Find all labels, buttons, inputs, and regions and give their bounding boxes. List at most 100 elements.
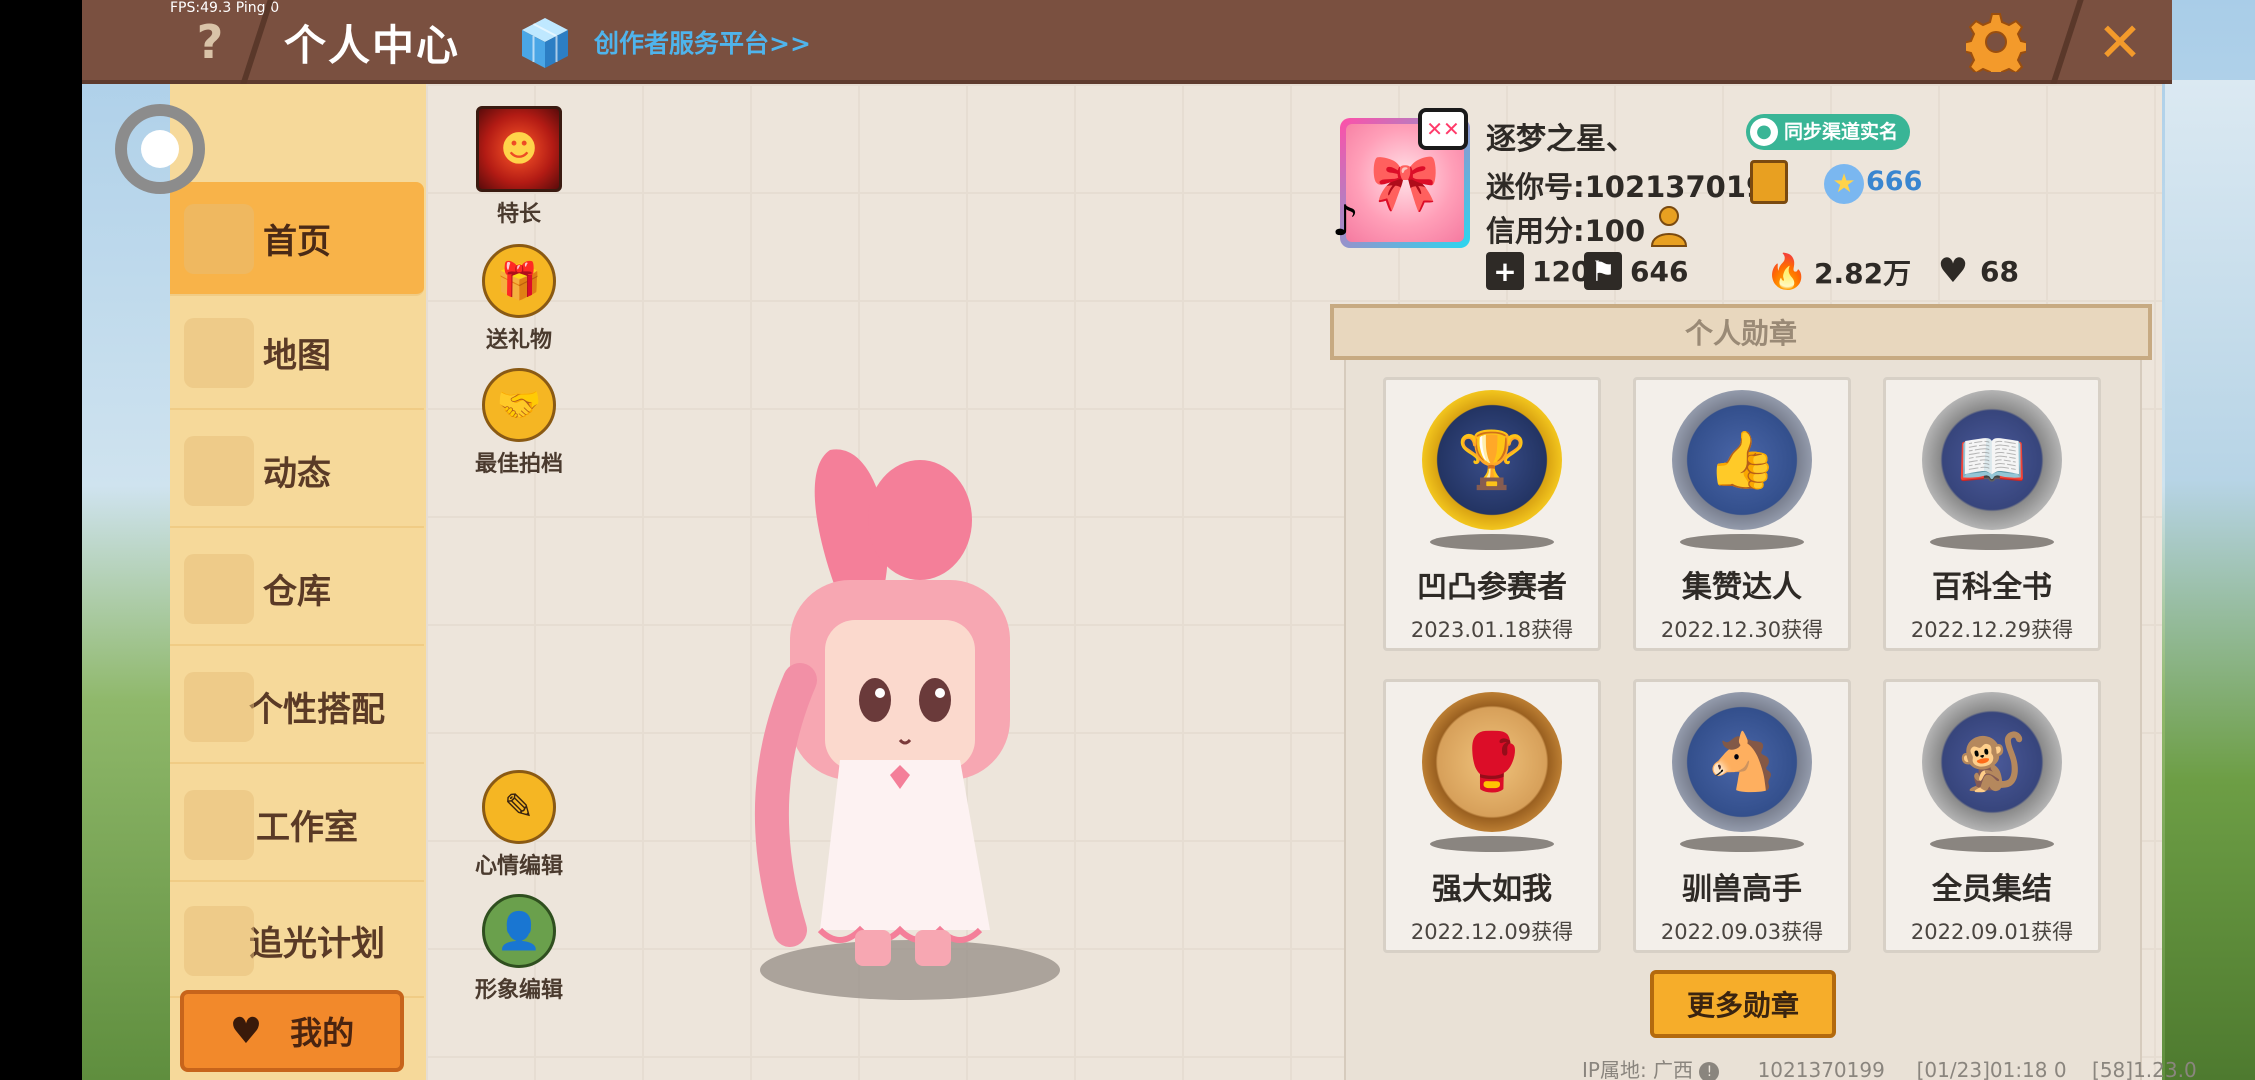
nav-item-map[interactable]: 地图 xyxy=(170,296,424,410)
nav-label: 工作室 xyxy=(256,807,358,848)
user-icon[interactable] xyxy=(1648,204,1690,248)
nav-item-home[interactable]: 首页 xyxy=(170,182,424,296)
medal-date: 2022.09.01获得 xyxy=(1910,920,2074,944)
tv-badge-icon[interactable]: ✕✕ xyxy=(1418,108,1468,150)
stat-value: 646 xyxy=(1630,254,1689,288)
gift-icon: 🎁 xyxy=(482,244,556,318)
cube-icon[interactable] xyxy=(520,16,570,70)
stat-likes: ♥ 68 xyxy=(1934,251,2019,291)
copy-icon[interactable] xyxy=(1750,160,1788,204)
stat-fans: ⚑ 646 xyxy=(1584,252,1688,290)
realname-sync-badge[interactable]: ● 同步渠道实名 xyxy=(1746,114,1911,150)
medal-badge-icon: 📖 xyxy=(1922,390,2062,530)
footer-version: [58]1.23.0 xyxy=(2092,1058,2197,1080)
vip-value: 666 xyxy=(1866,166,1923,197)
mood-edit-button[interactable]: ✎ 心情编辑 xyxy=(464,770,574,880)
medal-name: 强大如我 xyxy=(1432,872,1552,907)
medal-name: 凹凸参赛者 xyxy=(1417,570,1567,605)
avatar-edit-icon: 👤 xyxy=(482,894,556,968)
nickname: 逐梦之星、 xyxy=(1486,122,1636,157)
more-medals-button[interactable]: 更多勋章 xyxy=(1650,970,1836,1038)
nav-item-studio[interactable]: 工作室 xyxy=(170,768,424,882)
medal-card[interactable]: 🐴 驯兽高手 2022.09.03获得 xyxy=(1633,679,1851,953)
close-icon[interactable]: ✕ xyxy=(2090,11,2150,74)
medal-badge-icon: 🏆 xyxy=(1422,390,1562,530)
ip-location: IP属地: 广西 xyxy=(1582,1058,1694,1080)
medal-card[interactable]: 🐒 全员集结 2022.09.01获得 xyxy=(1883,679,2101,953)
medal-name: 全员集结 xyxy=(1932,872,2052,907)
nav-label: 地图 xyxy=(263,335,331,376)
fans-icon: ⚑ xyxy=(1584,252,1622,290)
gift-button[interactable]: 🎁 送礼物 xyxy=(464,244,574,354)
medal-badge-icon: 🐴 xyxy=(1672,692,1812,832)
partner-button[interactable]: 🤝 最佳拍档 xyxy=(464,368,574,478)
gift-label: 送礼物 xyxy=(485,328,552,353)
screen-left-border xyxy=(0,0,82,1080)
medal-date: 2022.12.29获得 xyxy=(1910,618,2074,642)
star-icon: ★ xyxy=(1824,164,1864,204)
nav-item-lightchase[interactable]: 追光计划 xyxy=(170,884,424,998)
talent-label: 特长 xyxy=(496,202,541,227)
talent-icon: ☻ xyxy=(476,106,562,192)
talent-button[interactable]: ☻ 特长 xyxy=(464,106,574,228)
handshake-icon: 🤝 xyxy=(482,368,556,442)
person-icon: ● xyxy=(1750,118,1778,146)
medal-section-header: 个人勋章 xyxy=(1330,304,2152,360)
info-icon[interactable]: ! xyxy=(1699,1061,1720,1080)
medal-card[interactable]: 🏆 凹凸参赛者 2023.01.18获得 xyxy=(1383,377,1601,651)
tiktok-icon: ♪ xyxy=(1332,196,1359,245)
footer-id: 1021370199 xyxy=(1757,1058,1885,1080)
medal-badge-icon: 🐒 xyxy=(1922,692,2062,832)
nav-label: 我的 xyxy=(290,1014,355,1052)
help-button[interactable]: ? xyxy=(180,14,240,70)
nav-item-storage[interactable]: 仓库 xyxy=(170,532,424,646)
home-icon xyxy=(184,204,254,274)
heart-icon: ♥ xyxy=(1937,251,1969,291)
medal-card[interactable]: 📖 百科全书 2022.12.29获得 xyxy=(1883,377,2101,651)
outfit-icon xyxy=(184,672,254,742)
plan-icon xyxy=(184,906,254,976)
medal-name: 百科全书 xyxy=(1932,570,2052,605)
tree-icon xyxy=(184,790,254,860)
map-icon xyxy=(184,318,254,388)
avatar-edit-button[interactable]: 👤 形象编辑 xyxy=(464,894,574,1004)
edit-icon: ✎ xyxy=(482,770,556,844)
sidebar: 首页 地图 动态 仓库 个性搭配 工作室 追光计划 xyxy=(170,84,426,1080)
avatar-edit-label: 形象编辑 xyxy=(474,978,563,1003)
nav-item-mine[interactable]: ♥ 我的 xyxy=(180,990,404,1072)
medal-date: 2022.12.30获得 xyxy=(1660,618,1824,642)
house-icon xyxy=(184,554,254,624)
nav-item-feed[interactable]: 动态 xyxy=(170,414,424,528)
heart-icon: ♥ xyxy=(229,1010,263,1052)
nav-label: 动态 xyxy=(263,453,331,494)
page-title: 个人中心 xyxy=(284,21,461,70)
medal-date: 2023.01.18获得 xyxy=(1410,618,1574,642)
stat-value: 120 xyxy=(1532,254,1591,288)
nav-item-outfit[interactable]: 个性搭配 xyxy=(170,650,424,764)
creator-platform-link[interactable]: 创作者服务平台>> xyxy=(594,24,811,60)
bell-icon xyxy=(184,436,254,506)
flame-icon: 🔥 xyxy=(1765,252,1809,292)
mini-id: 迷你号:1021370199 xyxy=(1486,170,1787,204)
sync-badge-label: 同步渠道实名 xyxy=(1784,121,1899,143)
floating-assist-button[interactable] xyxy=(115,104,205,194)
stat-popularity: 🔥 2.82万 xyxy=(1765,252,1912,292)
mood-edit-label: 心情编辑 xyxy=(474,854,563,879)
footer-timestamp: [01/23]01:18 0 xyxy=(1916,1058,2067,1080)
medal-card[interactable]: 👍 集赞达人 2022.12.30获得 xyxy=(1633,377,1851,651)
stat-value: 2.82万 xyxy=(1814,257,1912,290)
partner-label: 最佳拍档 xyxy=(474,452,563,477)
bookmark-plus-icon: + xyxy=(1486,252,1524,290)
player-character[interactable] xyxy=(730,430,1070,1010)
stat-value: 68 xyxy=(1980,254,2019,288)
medal-badge-icon: 👍 xyxy=(1672,390,1812,530)
nav-label: 首页 xyxy=(263,221,331,262)
stat-bookmarks: + 120 xyxy=(1486,252,1590,290)
medal-card[interactable]: 🥊 强大如我 2022.12.09获得 xyxy=(1383,679,1601,953)
credit-score: 信用分:100 xyxy=(1486,214,1646,248)
gear-icon[interactable] xyxy=(1966,12,2026,72)
nav-label: 仓库 xyxy=(263,571,331,612)
medal-name: 集赞达人 xyxy=(1682,570,1802,605)
background-trees xyxy=(2165,80,2255,1080)
medal-badge-icon: 🥊 xyxy=(1422,692,1562,832)
